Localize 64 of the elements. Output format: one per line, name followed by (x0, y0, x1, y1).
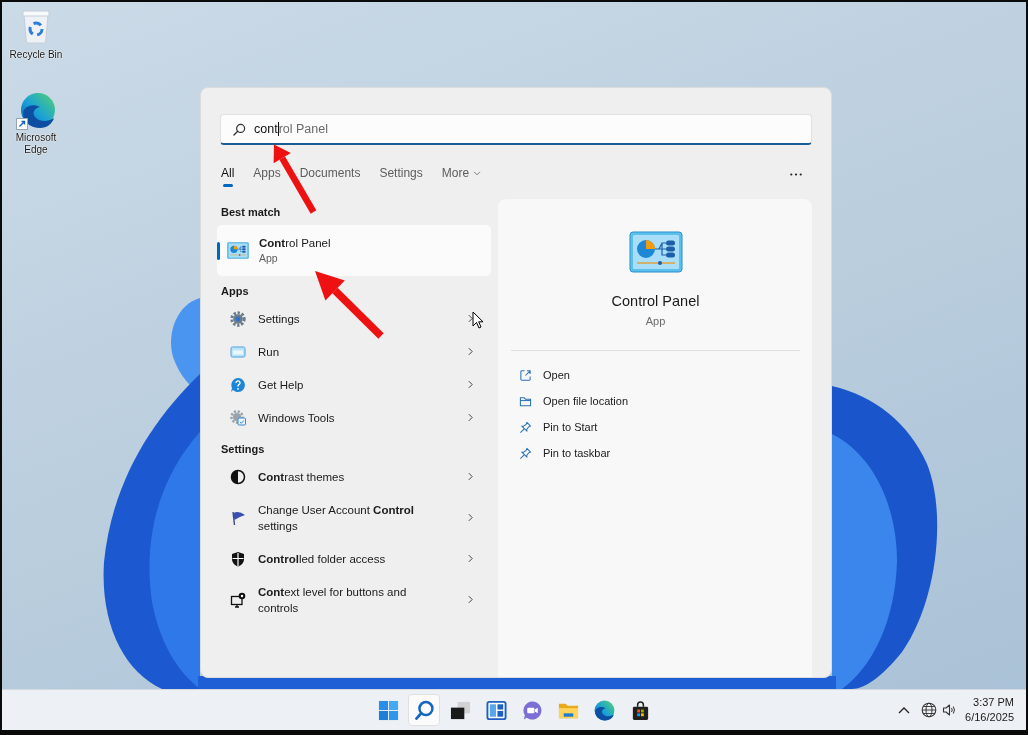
filter-tab[interactable]: All (221, 161, 235, 187)
chevron-right-icon (468, 472, 473, 481)
chevron-right-icon (468, 413, 473, 422)
chevron-right-icon (468, 314, 473, 323)
search-icon (413, 699, 435, 721)
video-chat-icon (521, 699, 543, 721)
monitor-icon (230, 591, 246, 608)
result-item[interactable]: Change User Account Control settings (217, 493, 491, 542)
result-item[interactable]: Windows Tools (217, 401, 491, 434)
filter-tab[interactable]: Settings (379, 161, 423, 187)
ellipsis-icon (790, 172, 802, 176)
app-title: Control Panel (611, 292, 700, 311)
help-bubble-icon (230, 376, 246, 393)
external-link-icon (519, 368, 532, 382)
action-link[interactable]: Pin to taskbar (519, 440, 611, 466)
clock-button[interactable]: 3:37 PM 6/16/2025 (965, 695, 1014, 725)
chevron-up-icon[interactable] (898, 706, 911, 714)
desktop-shortcut[interactable]: Recycle Bin (2, 10, 70, 61)
chevron-right-icon (468, 595, 473, 604)
speaker-icon[interactable] (942, 703, 957, 717)
chevron-right-icon (468, 347, 473, 356)
result-item[interactable]: Context level for buttons and controls (217, 575, 491, 624)
stacked-windows-icon (449, 699, 471, 721)
globe-icon[interactable] (921, 702, 938, 718)
recycle-bin-icon (20, 10, 52, 44)
best-match-result[interactable]: Control Panel App (217, 225, 491, 276)
chevron-right-icon (468, 380, 473, 389)
filter-tab[interactable]: Apps (253, 161, 281, 187)
annotation-arrow (315, 271, 384, 339)
shield-icon (230, 550, 246, 567)
widgets-icon (485, 699, 507, 721)
result-item[interactable]: Controlled folder access (217, 542, 491, 575)
action-link[interactable]: Pin to Start (519, 414, 598, 440)
chevron-right-icon (468, 554, 473, 563)
browser-logo-icon (593, 699, 615, 721)
browser-logo-icon (15, 91, 57, 131)
gear-icon (230, 310, 246, 327)
pin-icon (519, 446, 532, 460)
search-icon (233, 122, 246, 136)
four-tiles-icon (377, 699, 399, 721)
filter-tab[interactable]: More (441, 161, 482, 187)
app-type: App (645, 314, 666, 328)
pin-icon (519, 420, 532, 434)
section-heading: Settings (220, 442, 266, 457)
filter-tab[interactable]: Documents (299, 161, 361, 187)
action-link[interactable]: Open file location (519, 388, 628, 414)
result-item[interactable]: Run (217, 335, 491, 368)
contrast-icon (230, 468, 246, 485)
desktop-shortcut[interactable]: Microsoft Edge (2, 91, 70, 156)
result-item[interactable]: Settings (217, 302, 491, 335)
search-field[interactable]: control Panel (220, 114, 812, 145)
section-heading: Apps (220, 284, 250, 299)
control-panel-icon (628, 231, 683, 273)
result-item[interactable]: Get Help (217, 368, 491, 401)
flag-icon (230, 509, 246, 526)
action-link[interactable]: Open (519, 362, 570, 388)
mouse-pointer-icon (472, 311, 484, 329)
chevron-right-icon (468, 513, 473, 522)
folder-icon (519, 394, 532, 408)
control-panel-icon (227, 242, 249, 259)
section-heading: Best match (220, 205, 282, 220)
gear-window-icon (230, 409, 246, 426)
result-item[interactable]: Contrast themes (217, 460, 491, 493)
window-icon (230, 343, 246, 360)
